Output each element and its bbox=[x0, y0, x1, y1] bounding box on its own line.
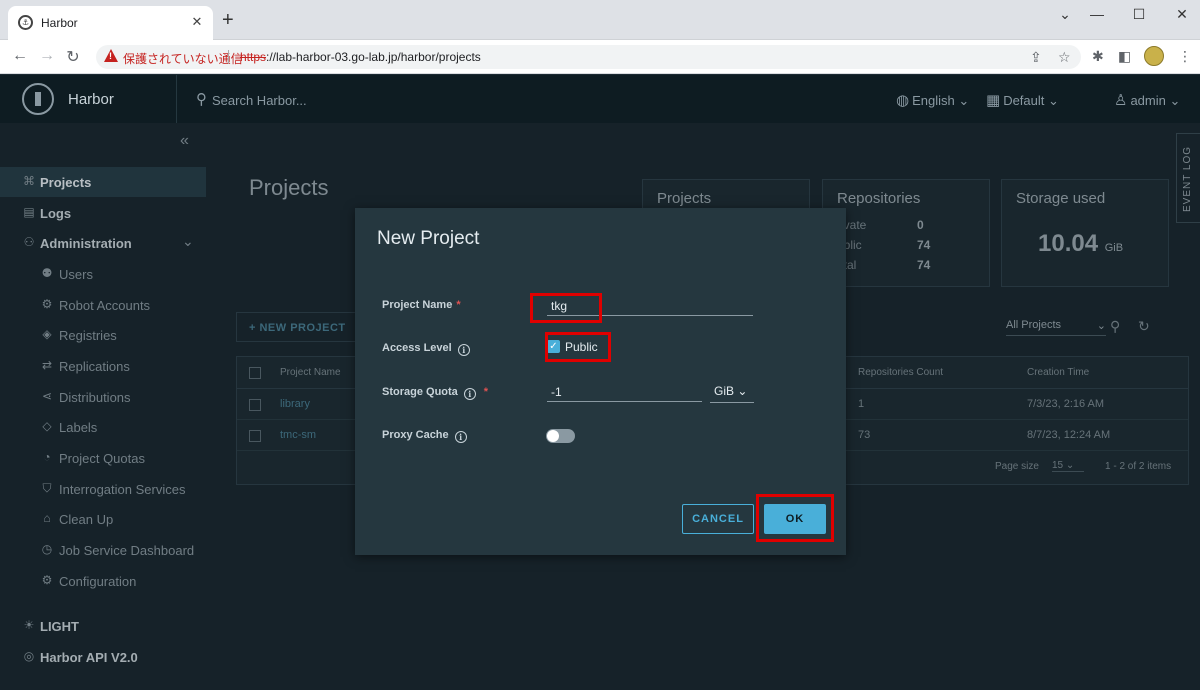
highlight-ok-button bbox=[756, 494, 834, 542]
harbor-header: Harbor ⚲ ◍English ⌄ ▦Default ⌄ ♙admin ⌄ bbox=[0, 75, 1200, 123]
extensions-icon[interactable]: ✱ bbox=[1092, 48, 1104, 65]
chevron-down-icon: ⌄ bbox=[737, 384, 748, 398]
user-label: admin bbox=[1130, 93, 1166, 108]
access-level-label-text: Access Level bbox=[382, 342, 452, 354]
storage-unit-select[interactable]: GiB ⌄ bbox=[710, 383, 754, 403]
calendar-icon: ▦ bbox=[986, 92, 1001, 109]
url-rest: ://lab-harbor-03.go-lab.jp/harbor/projec… bbox=[266, 50, 481, 64]
language-label: English bbox=[912, 93, 955, 108]
reload-icon[interactable]: ↻ bbox=[63, 47, 83, 67]
info-icon[interactable]: i bbox=[457, 344, 470, 356]
close-tab-icon[interactable]: ✕ bbox=[189, 14, 205, 30]
profile-avatar[interactable] bbox=[1144, 46, 1164, 66]
new-tab-button[interactable]: + bbox=[222, 10, 234, 30]
close-window-icon[interactable]: ✕ bbox=[1167, 6, 1197, 23]
url-text[interactable]: https://lab-harbor-03.go-lab.jp/harbor/p… bbox=[240, 50, 481, 64]
search-input[interactable] bbox=[212, 90, 412, 110]
cancel-button[interactable]: CANCEL bbox=[682, 504, 754, 534]
header-divider bbox=[176, 75, 177, 123]
dialog-title: New Project bbox=[377, 228, 480, 249]
storage-quota-input[interactable] bbox=[547, 382, 702, 402]
theme-scope-label: Default bbox=[1003, 93, 1045, 108]
maximize-icon[interactable]: ☐ bbox=[1124, 6, 1154, 23]
bookmark-star-icon[interactable]: ☆ bbox=[1058, 49, 1071, 66]
user-icon: ♙ bbox=[1114, 92, 1128, 109]
storage-quota-label: Storage Quota i * bbox=[382, 386, 488, 400]
proxy-cache-label: Proxy Cache i bbox=[382, 429, 467, 443]
browser-tab-bar: ⚓ Harbor ✕ + ⌄ — ☐ ✕ bbox=[0, 0, 1200, 40]
harbor-logo-icon[interactable] bbox=[22, 83, 54, 115]
info-icon[interactable]: i bbox=[463, 388, 476, 400]
theme-scope-menu[interactable]: ▦ Default ⌄ bbox=[986, 91, 1059, 109]
harbor-brand[interactable]: Harbor bbox=[68, 91, 114, 108]
language-menu[interactable]: ◍ English ⌄ bbox=[896, 91, 969, 109]
globe-icon: ◍ bbox=[896, 92, 910, 109]
side-panel-icon[interactable]: ◧ bbox=[1118, 48, 1131, 65]
access-level-label: Access Level i bbox=[382, 342, 470, 356]
info-icon[interactable]: i bbox=[454, 431, 467, 443]
url-omnibox[interactable]: 保護されていない通信 https://lab-harbor-03.go-lab.… bbox=[96, 45, 1081, 69]
storage-unit-value: GiB bbox=[714, 384, 735, 398]
harbor-favicon-icon: ⚓ bbox=[18, 15, 33, 30]
minimize-icon[interactable]: — bbox=[1082, 6, 1112, 22]
chevron-down-icon[interactable]: ⌄ bbox=[1050, 6, 1080, 23]
proxy-cache-label-text: Proxy Cache bbox=[382, 429, 449, 441]
back-icon[interactable]: ← bbox=[10, 47, 30, 65]
not-secure-label[interactable]: 保護されていない通信 bbox=[123, 50, 243, 67]
required-marker: * bbox=[483, 386, 489, 398]
highlight-public-checkbox bbox=[545, 332, 611, 362]
browser-tab[interactable]: ⚓ Harbor ✕ bbox=[8, 6, 213, 40]
url-scheme: https bbox=[240, 50, 267, 64]
project-name-label: Project Name * bbox=[382, 299, 461, 311]
highlight-project-name bbox=[530, 293, 602, 323]
user-menu[interactable]: ♙ admin ⌄ bbox=[1114, 91, 1180, 109]
omnibox-divider bbox=[228, 50, 229, 64]
search-icon: ⚲ bbox=[196, 91, 207, 108]
project-name-label-text: Project Name bbox=[382, 299, 453, 311]
warning-icon bbox=[104, 49, 118, 62]
share-icon[interactable]: ⇪ bbox=[1030, 49, 1042, 66]
forward-icon[interactable]: → bbox=[37, 47, 57, 65]
required-marker: * bbox=[456, 299, 461, 311]
proxy-cache-toggle[interactable] bbox=[546, 429, 575, 443]
storage-quota-label-text: Storage Quota bbox=[382, 386, 458, 398]
browser-tab-title: Harbor bbox=[41, 16, 78, 30]
browser-address-bar: ← → ↻ 保護されていない通信 https://lab-harbor-03.g… bbox=[0, 40, 1200, 74]
browser-menu-icon[interactable]: ⋮ bbox=[1178, 48, 1192, 65]
